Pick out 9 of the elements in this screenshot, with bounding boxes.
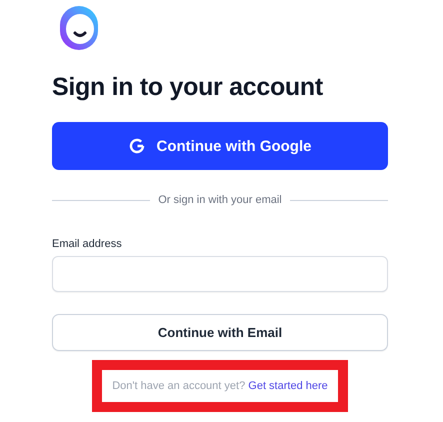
email-signin-button[interactable]: Continue with Email <box>52 314 388 351</box>
page-title: Sign in to your account <box>52 73 324 102</box>
get-started-link[interactable]: Get started here <box>248 380 328 392</box>
email-input-field[interactable] <box>52 256 388 292</box>
signup-prompt: Don't have an account yet? Get started here <box>112 380 328 392</box>
google-g-icon <box>128 138 144 154</box>
google-signin-button[interactable]: Continue with Google <box>52 122 388 170</box>
divider-text: Or sign in with your email <box>158 194 282 206</box>
email-label: Email address <box>52 238 123 250</box>
